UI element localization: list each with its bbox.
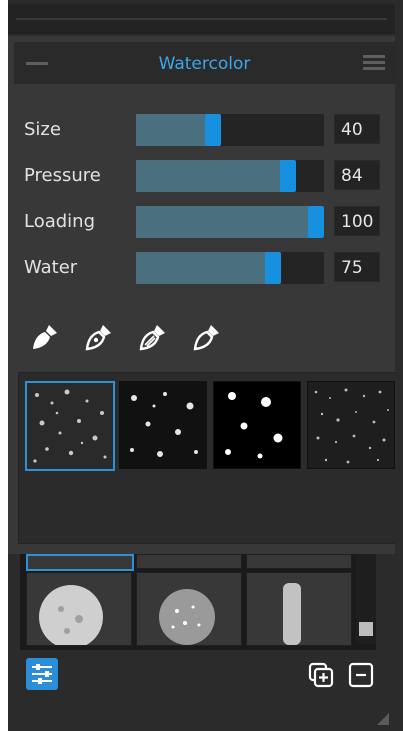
brush-tip-hollow-icon[interactable] bbox=[190, 320, 224, 354]
menu-icon[interactable] bbox=[363, 55, 385, 71]
slider-fill bbox=[136, 114, 213, 146]
water-slider[interactable] bbox=[136, 252, 324, 284]
size-slider[interactable] bbox=[136, 114, 324, 146]
water-value-field[interactable]: 75 bbox=[334, 252, 380, 282]
brush-texture-thumbnail[interactable] bbox=[25, 381, 115, 471]
slider-thumb[interactable] bbox=[265, 252, 281, 284]
remove-icon[interactable] bbox=[348, 662, 374, 688]
pressure-slider[interactable] bbox=[136, 160, 324, 192]
loading-slider[interactable] bbox=[136, 206, 324, 238]
slider-fill bbox=[136, 206, 316, 238]
slider-label: Water bbox=[24, 257, 78, 278]
sliders-icon[interactable] bbox=[26, 658, 58, 690]
divider bbox=[16, 18, 387, 20]
brush-preset-tile[interactable] bbox=[246, 554, 352, 569]
brush-preset-grid bbox=[20, 554, 376, 650]
preset-scrollbar[interactable] bbox=[356, 554, 376, 644]
brush-preset-tile[interactable] bbox=[136, 572, 242, 646]
slider-label: Loading bbox=[24, 211, 96, 232]
brush-preset-area bbox=[8, 554, 395, 731]
slider-thumb[interactable] bbox=[280, 160, 296, 192]
slider-row-loading: Loading 100 bbox=[8, 204, 395, 240]
brush-preset-tile[interactable] bbox=[26, 572, 132, 646]
slider-thumb[interactable] bbox=[205, 114, 221, 146]
resize-grip-icon[interactable] bbox=[377, 713, 389, 725]
slider-thumb[interactable] bbox=[308, 206, 324, 238]
brush-texture-thumbnail[interactable] bbox=[213, 381, 301, 469]
brush-preset-tile[interactable] bbox=[26, 554, 134, 571]
slider-label: Pressure bbox=[24, 165, 101, 186]
panel-top-strip bbox=[8, 4, 395, 34]
size-value-field[interactable]: 40 bbox=[334, 114, 380, 144]
slider-label: Size bbox=[24, 119, 61, 140]
brush-settings-panel: Watercolor Size 40 Pressure 84 Loading 1… bbox=[8, 36, 395, 554]
brush-texture-list bbox=[18, 372, 395, 544]
panel-header: Watercolor bbox=[14, 42, 395, 84]
slider-row-water: Water 75 bbox=[8, 250, 395, 286]
brush-texture-thumbnail[interactable] bbox=[307, 381, 395, 469]
brush-preset-tile[interactable] bbox=[136, 554, 242, 569]
slider-row-pressure: Pressure 84 bbox=[8, 158, 395, 194]
add-copy-icon[interactable] bbox=[308, 662, 334, 688]
brush-preset-tile[interactable] bbox=[246, 572, 352, 646]
brush-tip-filled-icon[interactable] bbox=[28, 320, 62, 354]
brush-tip-lined-icon[interactable] bbox=[136, 320, 170, 354]
brush-texture-thumbnail[interactable] bbox=[119, 381, 207, 469]
pressure-value-field[interactable]: 84 bbox=[334, 160, 380, 190]
slider-row-size: Size 40 bbox=[8, 112, 395, 148]
panel-title: Watercolor bbox=[158, 54, 251, 74]
slider-fill bbox=[136, 252, 273, 284]
slider-fill bbox=[136, 160, 288, 192]
brush-tip-outline-icon[interactable] bbox=[82, 320, 116, 354]
loading-value-field[interactable]: 100 bbox=[334, 206, 380, 236]
scroll-down-icon[interactable] bbox=[359, 622, 373, 636]
